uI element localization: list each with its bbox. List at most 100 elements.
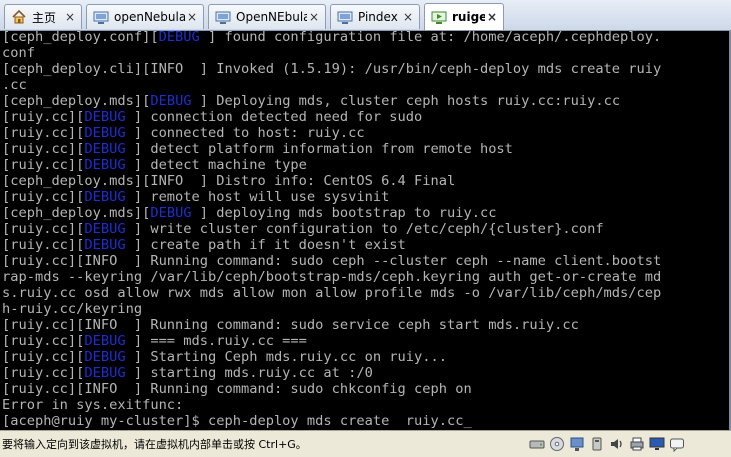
terminal-line: .cc [2,77,661,93]
log-level-debug: DEBUG [84,109,126,125]
log-text: ] detect machine type [125,157,307,173]
log-text: ] create path if it doesn't exist [125,237,406,253]
sound-icon[interactable] [609,436,625,452]
log-text: conf [2,45,35,61]
log-text: ] === mds.ruiy.cc === [125,333,307,349]
log-text: ] connected to host: ruiy.cc [125,125,365,141]
terminal-line: [ruiy.cc][DEBUG ] connected to host: rui… [2,125,661,141]
log-text: [ruiy.cc][ [2,365,85,381]
usb-icon[interactable] [589,436,605,452]
log-level-debug: DEBUG [84,125,126,141]
terminal-line: [ruiy.cc][INFO ] Running command: sudo c… [2,381,661,397]
log-text: [ruiy.cc][INFO ] Running command: sudo c… [2,253,662,269]
log-text: [ceph_deploy.conf][ [2,31,159,45]
terminal-line: conf [2,45,661,61]
log-text: rap-mds --keyring /var/lib/ceph/bootstra… [2,269,662,285]
cd-rom-icon[interactable] [549,436,565,452]
log-text: ] found configuration file at: /home/ace… [199,31,662,45]
close-icon[interactable]: × [63,10,77,24]
status-bar: 要将输入定向到该虚拟机，请在虚拟机内部单击或按 Ctrl+G。 [0,430,731,457]
tab-label: Pindex [358,10,398,24]
printer-icon[interactable] [629,436,645,452]
terminal-line: Error in sys.exitfunc: [2,397,661,413]
display-icon[interactable] [649,436,665,452]
terminal-line: s.ruiy.cc osd allow rwx mds allow mon al… [2,285,661,301]
terminal-line: [ruiy.cc][DEBUG ] create path if it does… [2,237,661,253]
log-text: [ruiy.cc][INFO ] Running command: sudo c… [2,381,472,397]
terminal-line: [ruiy.cc][DEBUG ] remote host will use s… [2,189,661,205]
log-level-debug: DEBUG [84,141,126,157]
vm-tab-bar: 主页 × openNebula × OpenNEbula × Pindex × … [0,0,731,31]
log-text: .cc [2,77,27,93]
tab-label: ruige [452,10,485,24]
log-level-debug: DEBUG [158,31,200,45]
terminal-line: rap-mds --keyring /var/lib/ceph/bootstra… [2,269,661,285]
log-text: [ruiy.cc][ [2,237,85,253]
vm-running-icon [431,9,447,25]
log-text: [ruiy.cc][ [2,333,85,349]
terminal-line: [ceph_deploy.conf][DEBUG ] found configu… [2,31,661,45]
log-level-debug: DEBUG [84,221,126,237]
terminal-line: [aceph@ruiy my-cluster]$ ceph-deploy mds… [2,413,661,429]
status-message: 要将输入定向到该虚拟机，请在虚拟机内部单击或按 Ctrl+G。 [2,438,307,451]
close-icon[interactable]: × [307,10,321,24]
close-icon[interactable]: × [185,10,199,24]
terminal-line: [ruiy.cc][DEBUG ] detect machine type [2,157,661,173]
tab-opennebula[interactable]: openNebula × [86,4,204,29]
terminal-line: [ruiy.cc][DEBUG ] connection detected ne… [2,109,661,125]
log-text: [ceph_deploy.mds][ [2,205,151,221]
tab-label: OpenNEbula [236,10,307,24]
log-text: [ruiy.cc][INFO ] Running command: sudo s… [2,317,579,333]
terminal-line: h-ruiy.cc/keyring [2,301,661,317]
log-text: ] starting mds.ruiy.cc at :/0 [125,365,373,381]
terminal-line: [ruiy.cc][DEBUG ] === mds.ruiy.cc === [2,333,661,349]
terminal-line: [ceph_deploy.mds][DEBUG ] deploying mds … [2,205,661,221]
log-text: [aceph@ruiy my-cluster]$ ceph-deploy mds… [2,413,464,429]
hard-disk-icon[interactable] [529,436,545,452]
tab-ruige[interactable]: ruige × [424,3,504,30]
log-text: [ceph_deploy.cli][INFO ] Invoked (1.5.19… [2,61,662,77]
terminal-line: [ruiy.cc][INFO ] Running command: sudo s… [2,317,661,333]
log-level-debug: DEBUG [150,205,192,221]
log-text: [ruiy.cc][ [2,157,85,173]
log-text: s.ruiy.cc osd allow rwx mds allow mon al… [2,285,662,301]
close-icon[interactable]: × [401,10,415,24]
tab-label: openNebula [114,10,185,24]
log-text: ] remote host will use sysvinit [125,189,390,205]
log-text: [ruiy.cc][ [2,141,85,157]
terminal-line: [ruiy.cc][INFO ] Running command: sudo c… [2,253,661,269]
log-text: ] write cluster configuration to /etc/ce… [125,221,604,237]
terminal-line: [ceph_deploy.mds][INFO ] Distro info: Ce… [2,173,661,189]
text-cursor: _ [463,413,472,429]
log-text: ] connection detected need for sudo [125,109,423,125]
log-text: ] detect platform information from remot… [125,141,513,157]
close-icon[interactable]: × [485,10,499,24]
log-text: Error in sys.exitfunc: [2,397,184,413]
terminal-output: [ceph_deploy.conf][DEBUG ] found configu… [2,31,661,429]
log-level-debug: DEBUG [150,93,192,109]
log-text: [ceph_deploy.mds][INFO ] Distro info: Ce… [2,173,456,189]
log-text: ] Deploying mds, cluster ceph hosts ruiy… [191,93,621,109]
tab-opennebula-2[interactable]: OpenNEbula × [208,4,326,29]
terminal-line: [ceph_deploy.mds][DEBUG ] Deploying mds,… [2,93,661,109]
log-text: [ruiy.cc][ [2,125,85,141]
log-level-debug: DEBUG [84,349,126,365]
message-icon[interactable] [669,436,685,453]
terminal-line: [ruiy.cc][DEBUG ] detect platform inform… [2,141,661,157]
network-icon[interactable] [569,436,585,452]
terminal-line: [ruiy.cc][DEBUG ] write cluster configur… [2,221,661,237]
vm-icon [337,9,353,25]
tab-home[interactable]: 主页 × [4,4,82,29]
home-icon [11,9,27,25]
terminal-line: [ruiy.cc][DEBUG ] Starting Ceph mds.ruiy… [2,349,661,365]
vm-console-screen[interactable]: [ceph_deploy.conf][DEBUG ] found configu… [0,31,731,430]
tab-pindex[interactable]: Pindex × [330,4,420,29]
vm-icon [93,9,109,25]
log-text: [ruiy.cc][ [2,109,85,125]
log-level-debug: DEBUG [84,333,126,349]
log-text: [ruiy.cc][ [2,349,85,365]
log-level-debug: DEBUG [84,237,126,253]
log-text: [ceph_deploy.mds][ [2,93,151,109]
terminal-line: [ceph_deploy.cli][INFO ] Invoked (1.5.19… [2,61,661,77]
log-text: [ruiy.cc][ [2,189,85,205]
